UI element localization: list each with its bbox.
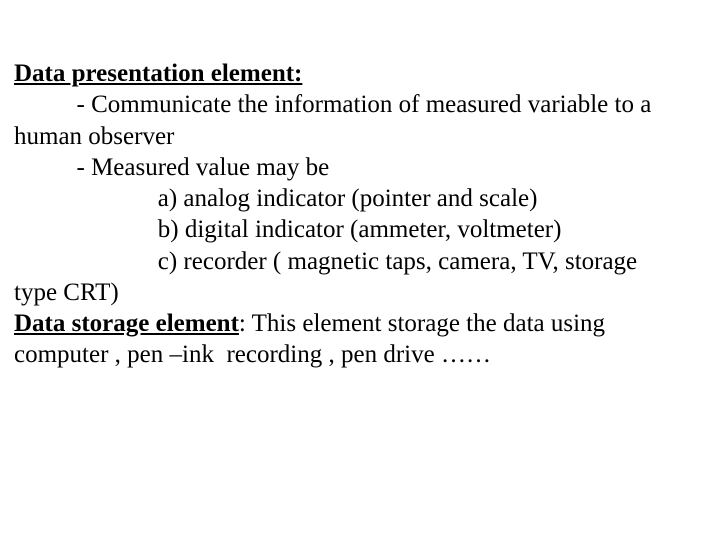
- text-segment: - Measured value may be: [14, 154, 329, 181]
- text-segment: a) analog indicator (pointer and scale): [14, 185, 537, 212]
- document-body: Data presentation element: - Communicate…: [0, 0, 720, 371]
- text-segment: - Communicate the information of measure…: [14, 91, 651, 118]
- text-line: b) digital indicator (ammeter, voltmeter…: [14, 214, 720, 245]
- text-line: computer , pen –ink recording , pen driv…: [14, 339, 720, 370]
- text-segment: Data storage element: [14, 310, 239, 337]
- text-segment: type CRT): [14, 279, 119, 306]
- text-line: Data presentation element:: [14, 58, 720, 89]
- text-line: - Communicate the information of measure…: [14, 89, 720, 120]
- text-segment: b) digital indicator (ammeter, voltmeter…: [14, 216, 561, 243]
- text-segment: computer , pen –ink recording , pen driv…: [14, 341, 491, 368]
- text-segment: human observer: [14, 123, 174, 150]
- text-line: human observer: [14, 121, 720, 152]
- text-segment: c) recorder ( magnetic taps, camera, TV,…: [14, 248, 637, 275]
- text-line: type CRT): [14, 277, 720, 308]
- text-line: c) recorder ( magnetic taps, camera, TV,…: [14, 246, 720, 277]
- text-segment: : This element storage the data using: [239, 310, 605, 337]
- text-segment: Data presentation element:: [14, 60, 302, 87]
- text-line: Data storage element: This element stora…: [14, 308, 720, 339]
- text-line: - Measured value may be: [14, 152, 720, 183]
- text-line: a) analog indicator (pointer and scale): [14, 183, 720, 214]
